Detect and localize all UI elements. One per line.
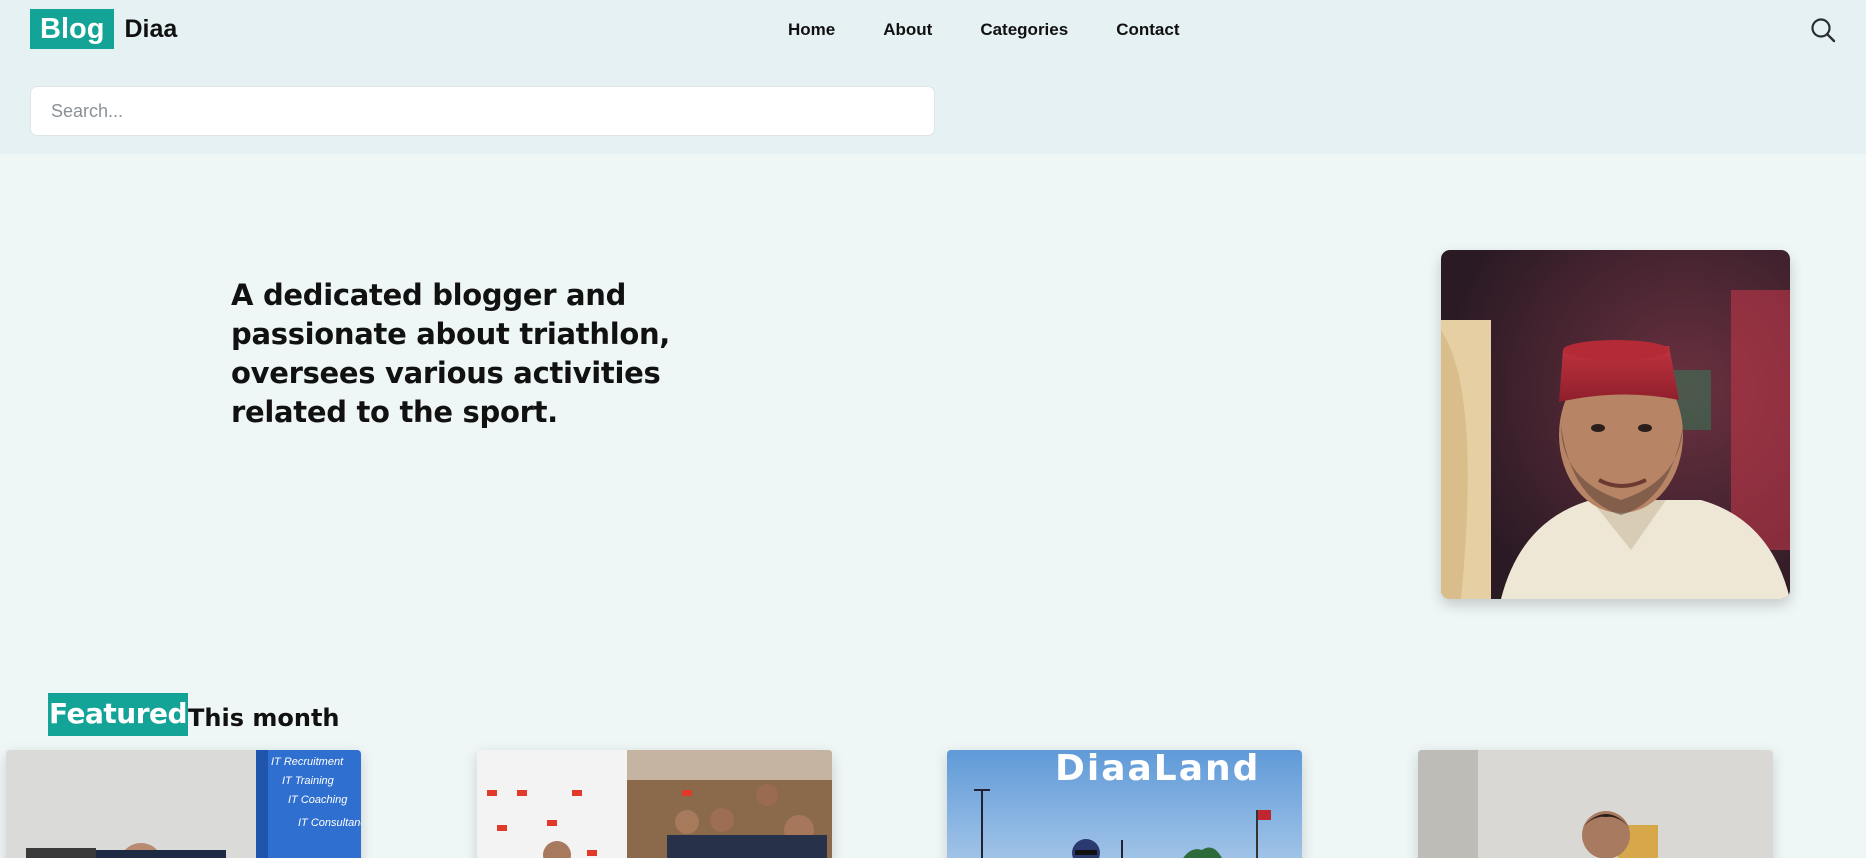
nav-about[interactable]: About [883, 18, 932, 42]
featured-badge: Featured [48, 693, 189, 736]
featured-card-2[interactable] [477, 750, 832, 858]
main-nav: Home About Categories Contact [788, 18, 1227, 42]
featured-subtitle: This month [188, 704, 340, 732]
site-logo[interactable]: Blog Diaa [30, 9, 177, 49]
site-header: Blog Diaa Home About Categories Contact [0, 0, 1866, 154]
featured-card-1[interactable]: IT Recruitment IT Training IT Coaching I… [6, 750, 361, 858]
nav-categories[interactable]: Categories [980, 18, 1068, 42]
nav-home[interactable]: Home [788, 18, 835, 42]
logo-badge: Blog [30, 9, 115, 49]
card-1-text-4: IT Consultancy [298, 817, 361, 829]
card-3-title: DiaaLand [1055, 750, 1260, 789]
card-1-text-2: IT Training [282, 775, 335, 787]
featured-card-4[interactable] [1418, 750, 1773, 858]
logo-text: Diaa [124, 15, 178, 43]
featured-card-3[interactable]: DiaaLand [947, 750, 1302, 858]
featured-heading: Featured This month [48, 693, 340, 736]
author-photo [1441, 250, 1790, 599]
hero-tagline: A dedicated blogger and passionate about… [231, 278, 671, 429]
nav-contact[interactable]: Contact [1116, 18, 1179, 42]
search-icon[interactable] [1810, 17, 1836, 43]
card-1-text-1: IT Recruitment [271, 756, 344, 768]
card-1-text-3: IT Coaching [288, 794, 348, 806]
search-input[interactable] [30, 86, 935, 136]
